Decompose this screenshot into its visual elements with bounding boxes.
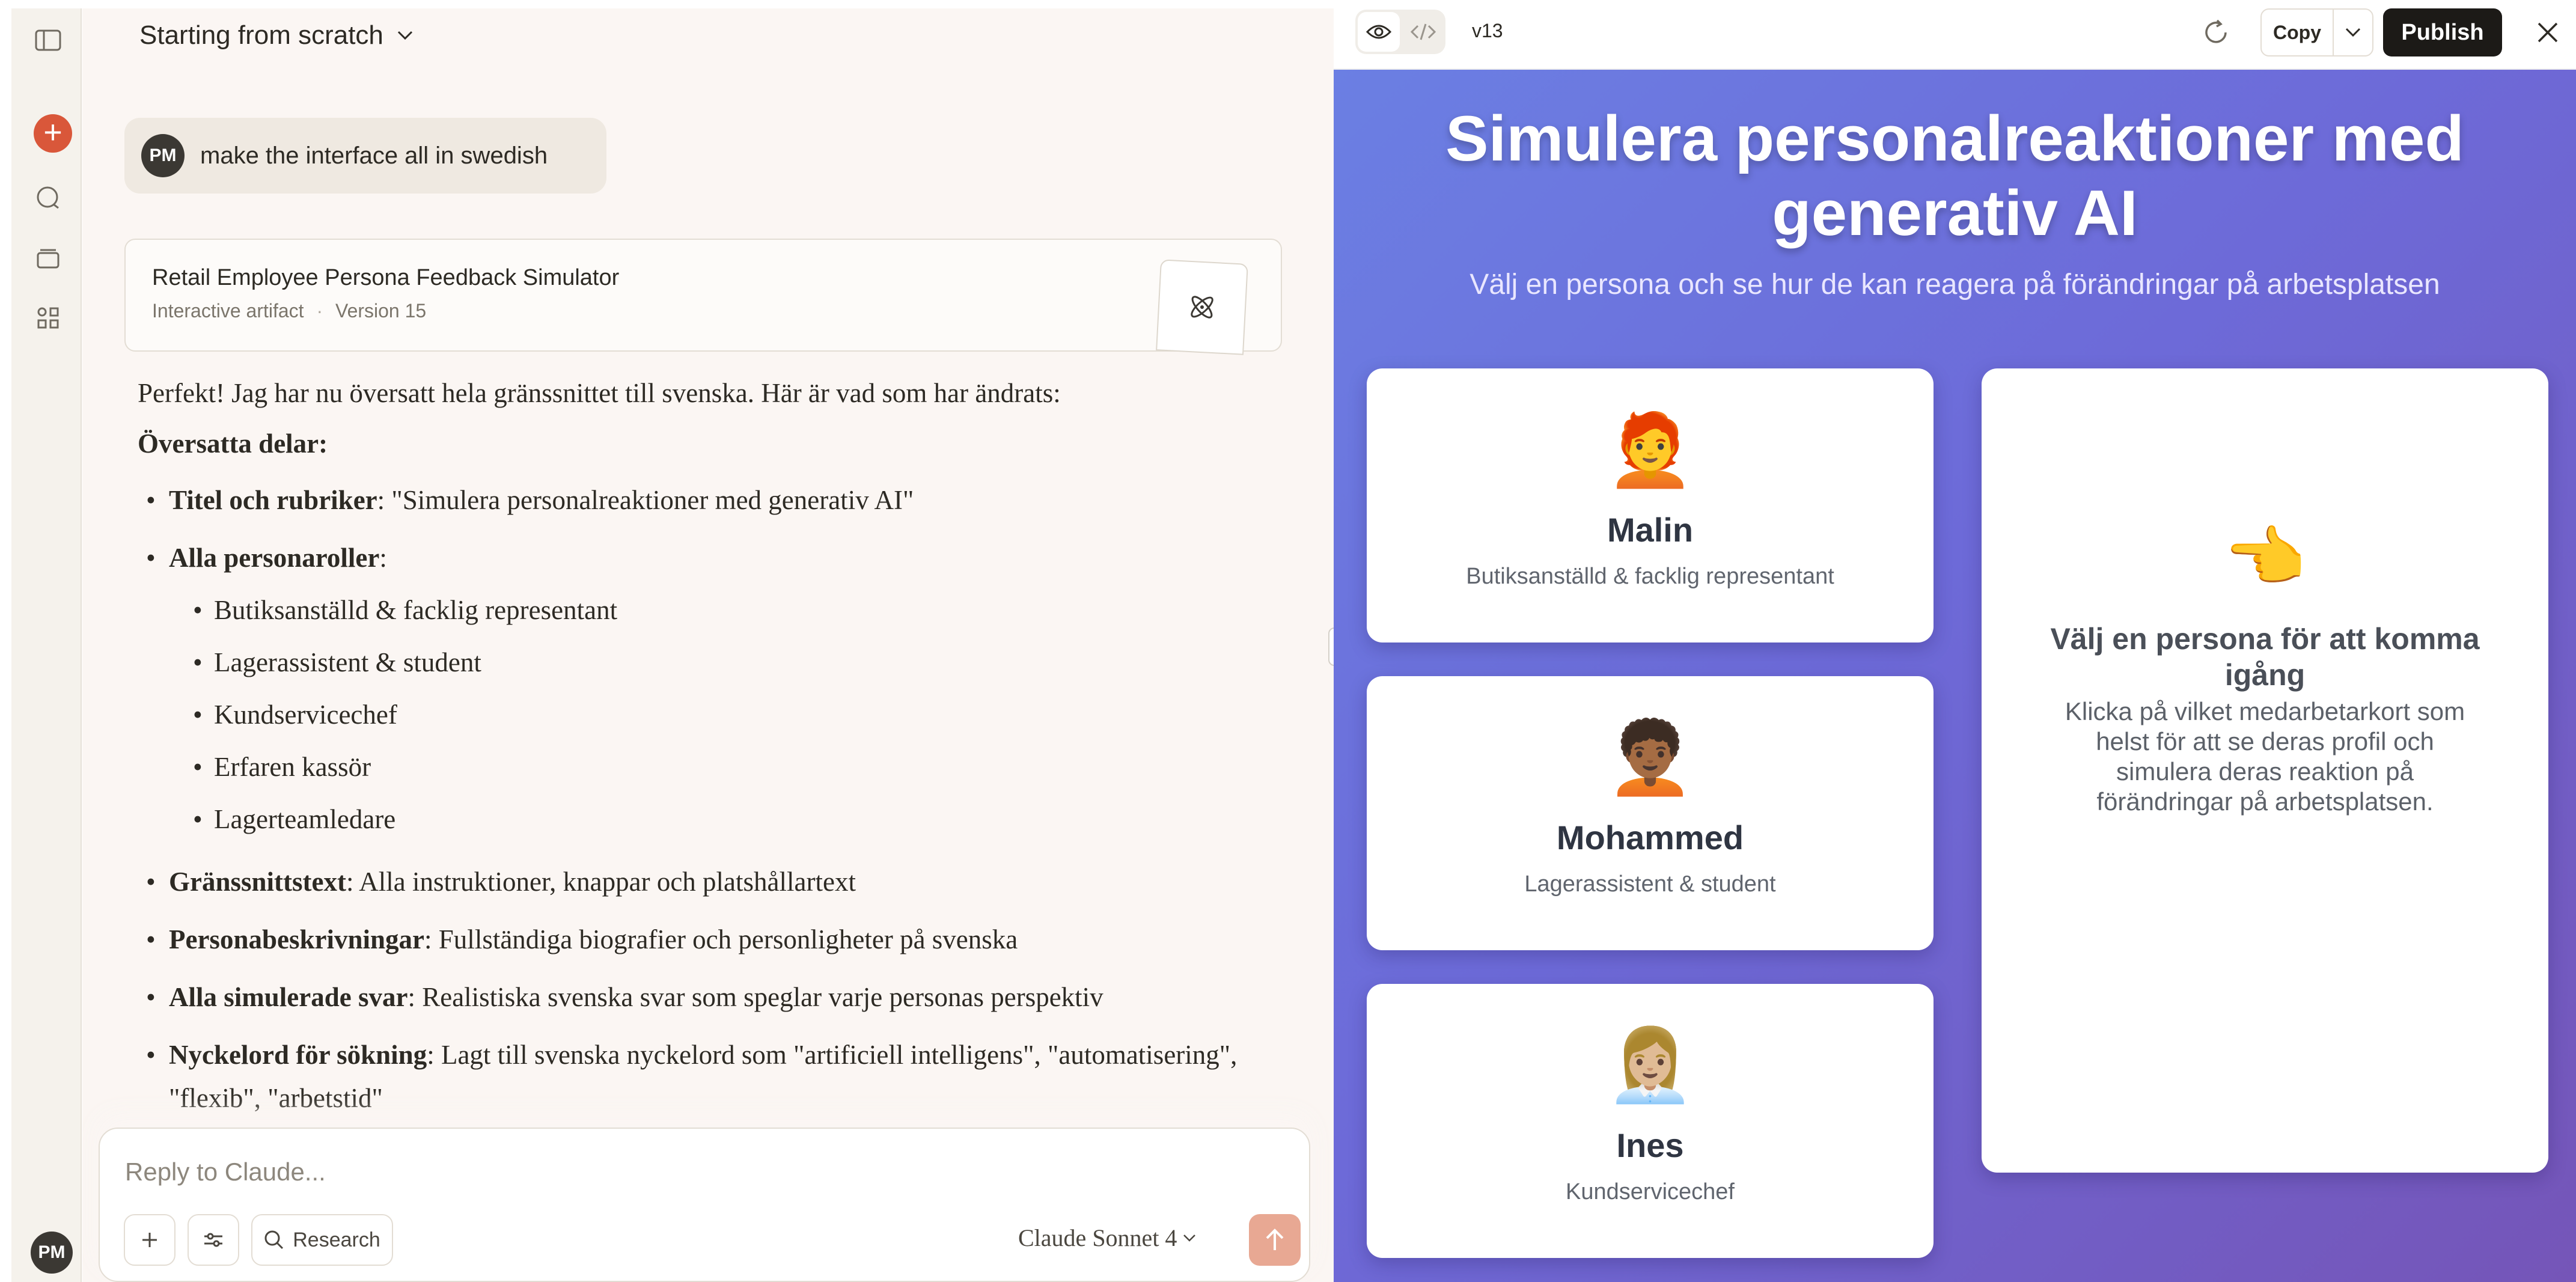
user-message: PM make the interface all in swedish <box>124 118 606 194</box>
add-attachment-button[interactable] <box>124 1214 175 1266</box>
research-label: Research <box>293 1228 380 1251</box>
list-item: Butiksanställd & facklig representant <box>169 584 1280 636</box>
persona-name: Malin <box>1607 511 1694 549</box>
list-item: Kundservicechef <box>169 689 1280 741</box>
persona-role: Butiksanställd & facklig representant <box>1466 564 1834 589</box>
list-item: Alla personaroller: Butiksanställd & fac… <box>138 536 1280 846</box>
info-text: Klicka på vilket medarbetarkort som hels… <box>2065 697 2465 816</box>
bullet-text: : <box>379 543 387 573</box>
bullet-text: : Alla instruktioner, knappar och platsh… <box>346 867 856 897</box>
reply-intro: Perfekt! Jag har nu översatt hela gränss… <box>138 378 1061 408</box>
model-brand: Claude <box>1018 1224 1087 1251</box>
version-label[interactable]: v13 <box>1472 20 1503 42</box>
list-item: Titel och rubriker: "Simulera personalre… <box>138 478 1280 522</box>
chevron-down-icon <box>2345 28 2361 37</box>
chat-title: Starting from scratch <box>139 20 383 50</box>
persona-emoji: 👩🏼‍💼 <box>1606 1026 1694 1105</box>
copy-options-button[interactable] <box>2334 10 2372 55</box>
plus-icon <box>142 1233 157 1247</box>
reply-section-heading: Översatta delar: <box>138 429 328 459</box>
list-item: Lagerassistent & student <box>169 636 1280 689</box>
arrow-up-icon <box>1266 1229 1284 1250</box>
chat-title-dropdown[interactable]: Starting from scratch <box>139 20 414 50</box>
bullet-bold: Alla simulerade svar <box>169 982 408 1012</box>
artifact-separator: · <box>316 300 323 322</box>
search-icon <box>264 1230 284 1250</box>
bullet-bold: Personabeskrivningar <box>169 924 425 954</box>
list-item: Personabeskrivningar: Fullständiga biogr… <box>138 918 1280 961</box>
artifact-title: Retail Employee Persona Feedback Simulat… <box>152 265 620 290</box>
projects-icon[interactable] <box>34 244 62 272</box>
artifacts-icon[interactable] <box>34 304 62 332</box>
persona-card-mohammed[interactable]: 🧑🏾‍🦱 Mohammed Lagerassistent & student <box>1367 676 1934 950</box>
bullet-bold: Nyckelord för sökning <box>169 1040 427 1070</box>
assistant-reply: Perfekt! Jag har nu översatt hela gränss… <box>138 377 1280 1134</box>
reply-bullet-list: Titel och rubriker: "Simulera personalre… <box>138 478 1280 1120</box>
bullet-bold: Titel och rubriker <box>169 485 377 515</box>
artifact-card[interactable]: Retail Employee Persona Feedback Simulat… <box>124 239 1282 355</box>
user-message-text: make the interface all in swedish <box>200 142 548 169</box>
bullet-bold: Gränssnittstext <box>169 867 346 897</box>
user-message-avatar: PM <box>141 134 185 177</box>
preview-toolbar: v13 Copy Publish <box>1334 0 2576 70</box>
chevron-down-icon <box>1183 1234 1196 1242</box>
sidebar-toggle-icon[interactable] <box>34 26 62 54</box>
list-item: Nyckelord för sökning: Lagt till svenska… <box>138 1033 1280 1120</box>
new-chat-icon[interactable]: + <box>34 114 72 153</box>
bullet-bold: Alla personaroller <box>169 543 380 573</box>
send-button[interactable] <box>1249 1214 1301 1266</box>
persona-name: Ines <box>1616 1126 1684 1164</box>
user-avatar[interactable]: PM <box>31 1232 73 1274</box>
refresh-icon[interactable] <box>2199 16 2233 49</box>
artifact-preview: Simulera personalreaktioner med generati… <box>1334 70 2576 1282</box>
persona-card-malin[interactable]: 🧑‍🦰 Malin Butiksanställd & facklig repre… <box>1367 368 1934 643</box>
persona-emoji: 🧑‍🦰 <box>1606 411 1694 490</box>
model-selector[interactable]: Claude Sonnet 4 <box>1018 1224 1196 1252</box>
tools-button[interactable] <box>188 1214 239 1266</box>
page-title: Simulera personalreaktioner med generati… <box>1445 102 2464 249</box>
persona-card-ines[interactable]: 👩🏼‍💼 Ines Kundservicechef <box>1367 984 1934 1258</box>
chats-icon[interactable] <box>34 184 62 212</box>
list-item: Lagerteamledare <box>169 793 1280 846</box>
list-item: Alla simulerade svar: Realistiska svensk… <box>138 975 1280 1019</box>
preview-eye-icon[interactable] <box>1358 12 1400 52</box>
view-toggle <box>1355 10 1445 54</box>
roles-list: Butiksanställd & facklig representant La… <box>169 584 1280 846</box>
list-item: Erfaren kassör <box>169 741 1280 793</box>
code-icon[interactable] <box>1403 12 1443 52</box>
bullet-text: : "Simulera personalreaktioner med gener… <box>377 485 914 515</box>
persona-role: Lagerassistent & student <box>1524 871 1776 897</box>
page-subtitle: Välj en persona och se hur de kan reager… <box>1470 269 2440 301</box>
react-atom-icon <box>1156 259 1248 355</box>
copy-button[interactable]: Copy <box>2262 10 2334 55</box>
persona-role: Kundservicechef <box>1566 1179 1735 1204</box>
artifact-version: Version 15 <box>335 300 427 322</box>
research-button[interactable]: Research <box>251 1214 393 1266</box>
persona-info-card: 👈 Välj en persona för att komma igång Kl… <box>1982 368 2548 1173</box>
artifact-type: Interactive artifact <box>152 300 304 322</box>
publish-button[interactable]: Publish <box>2383 8 2502 56</box>
left-rail: + PM <box>11 8 82 1282</box>
copy-button-group: Copy <box>2260 8 2373 56</box>
sliders-icon <box>204 1233 222 1247</box>
persona-emoji: 🧑🏾‍🦱 <box>1606 718 1694 798</box>
pointing-hand-icon: 👈 <box>2224 520 2306 594</box>
bullet-text: : Realistiska svenska svar som speglar v… <box>407 982 1103 1012</box>
chevron-down-icon <box>397 31 412 40</box>
artifact-meta: Interactive artifact · Version 15 <box>152 300 426 322</box>
model-name: Sonnet 4 <box>1092 1224 1177 1251</box>
close-icon[interactable] <box>2531 16 2565 49</box>
info-title: Välj en persona för att komma igång <box>2050 622 2480 692</box>
list-item: Gränssnittstext: Alla instruktioner, kna… <box>138 860 1280 903</box>
composer: Reply to Claude... Research Claude Sonne… <box>99 1128 1310 1282</box>
chat-panel: Starting from scratch PM make the interf… <box>82 8 1334 1282</box>
reply-input[interactable]: Reply to Claude... <box>125 1158 326 1186</box>
persona-name: Mohammed <box>1556 819 1744 856</box>
bullet-text: : Fullständiga biografier och personligh… <box>424 924 1018 954</box>
